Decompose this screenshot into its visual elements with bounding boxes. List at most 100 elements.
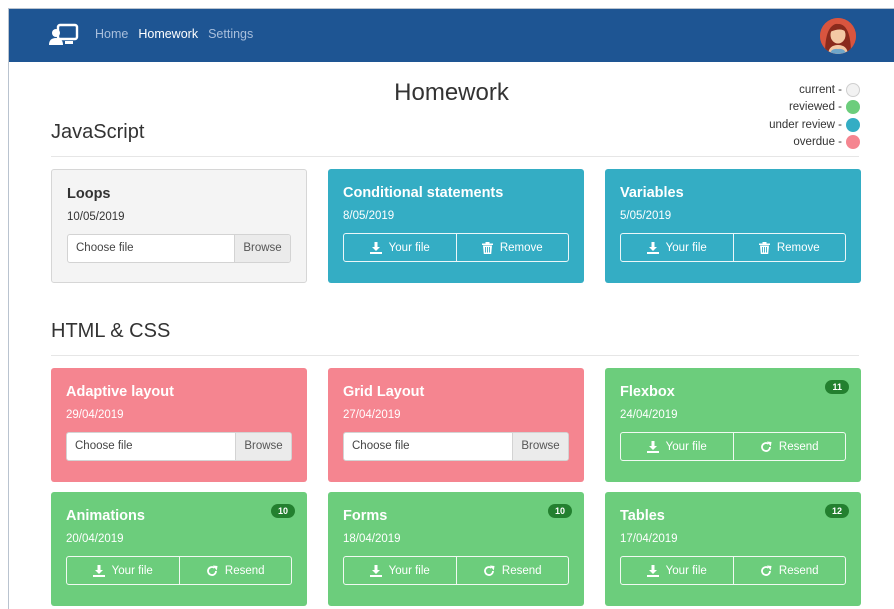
legend-dot (846, 100, 860, 115)
grade-badge: 10 (547, 504, 572, 518)
homework-card-forms: 10 Forms 18/04/2019 Your file Resend (328, 492, 584, 606)
trash-icon (758, 241, 770, 254)
card-actions: Your file Resend (620, 556, 846, 585)
button-label: Resend (778, 440, 819, 453)
card-title: Animations (66, 508, 145, 524)
button-label: Your file (665, 564, 707, 577)
remove-button[interactable]: Remove (455, 234, 569, 261)
legend-item-overdue: overdue - (769, 134, 860, 152)
section-title-javascript: JavaScript (51, 121, 145, 143)
card-date: 8/05/2019 (343, 210, 395, 222)
nav-link-settings[interactable]: Settings (208, 27, 253, 41)
file-placeholder[interactable]: Choose file (67, 433, 235, 460)
card-actions: Your file Resend (620, 432, 846, 461)
nav-link-homework[interactable]: Homework (138, 27, 198, 41)
card-title: Adaptive layout (66, 384, 174, 400)
button-label: Resend (778, 564, 819, 577)
button-label: Your file (665, 241, 707, 254)
file-upload-input[interactable]: Choose file Browse (67, 234, 291, 263)
button-label: Your file (111, 564, 153, 577)
card-date: 20/04/2019 (66, 533, 124, 545)
trash-icon (481, 241, 493, 254)
legend-dot (846, 117, 860, 132)
homework-card-tables: 12 Tables 17/04/2019 Your file Resend (605, 492, 861, 606)
download-icon (646, 564, 659, 577)
file-upload-input[interactable]: Choose file Browse (66, 432, 292, 461)
your-file-button[interactable]: Your file (621, 433, 733, 460)
card-title: Loops (67, 186, 111, 202)
card-title: Forms (343, 508, 388, 524)
your-file-button[interactable]: Your file (344, 234, 456, 261)
button-label: Remove (776, 241, 820, 254)
card-date: 18/04/2019 (343, 533, 401, 545)
button-label: Remove (499, 241, 543, 254)
card-date: 17/04/2019 (620, 533, 678, 545)
resend-button[interactable]: Resend (178, 557, 292, 584)
button-label: Resend (224, 564, 265, 577)
card-date: 5/05/2019 (620, 210, 672, 222)
file-placeholder[interactable]: Choose file (344, 433, 512, 460)
file-upload-input[interactable]: Choose file Browse (343, 432, 569, 461)
redo-icon (207, 565, 218, 576)
button-label: Your file (388, 241, 430, 254)
legend-label: overdue - (793, 136, 842, 149)
homework-card-adaptive-layout: Adaptive layout 29/04/2019 Choose file B… (51, 368, 307, 482)
download-icon (369, 564, 382, 577)
resend-button[interactable]: Resend (732, 433, 846, 460)
top-navbar: Home Homework Settings (9, 9, 894, 62)
card-actions: Your file Resend (343, 556, 569, 585)
legend-label: under review - (769, 118, 842, 131)
card-actions: Your file Remove (620, 233, 846, 262)
legend-dot (846, 82, 860, 97)
card-title: Variables (620, 185, 684, 201)
legend-label: reviewed - (788, 101, 842, 114)
browse-button[interactable]: Browse (235, 433, 291, 460)
file-placeholder[interactable]: Choose file (68, 235, 234, 262)
download-icon (92, 564, 105, 577)
remove-button[interactable]: Remove (732, 234, 846, 261)
download-icon (646, 241, 659, 254)
homework-card-flexbox: 11 Flexbox 24/04/2019 Your file Resend (605, 368, 861, 482)
homework-card-grid-layout: Grid Layout 27/04/2019 Choose file Brows… (328, 368, 584, 482)
grade-badge: 11 (825, 380, 849, 394)
card-title: Flexbox (620, 384, 675, 400)
section-divider (51, 355, 859, 356)
nav-links: Home Homework Settings (95, 27, 253, 41)
button-label: Your file (388, 564, 430, 577)
legend-item-under-review: under review - (769, 116, 860, 134)
browse-button[interactable]: Browse (234, 235, 290, 262)
card-actions: Your file Remove (343, 233, 569, 262)
card-date: 24/04/2019 (620, 409, 678, 421)
resend-button[interactable]: Resend (732, 557, 846, 584)
your-file-button[interactable]: Your file (344, 557, 456, 584)
legend-label: current - (799, 83, 842, 96)
button-label: Your file (665, 440, 707, 453)
status-legend: current - reviewed - under review - over… (769, 81, 860, 151)
your-file-button[interactable]: Your file (621, 557, 733, 584)
user-avatar[interactable] (820, 18, 856, 54)
app-window: Home Homework Settings Homework current … (8, 8, 894, 609)
card-title: Grid Layout (343, 384, 425, 400)
download-icon (646, 440, 659, 453)
download-icon (369, 241, 382, 254)
legend-item-reviewed: reviewed - (769, 99, 860, 117)
homework-card-variables: Variables 5/05/2019 Your file Remove (605, 169, 861, 283)
section-divider (51, 156, 859, 157)
grade-badge: 12 (824, 504, 849, 518)
card-title: Tables (620, 508, 665, 524)
browse-button[interactable]: Browse (512, 433, 568, 460)
redo-icon (761, 441, 772, 452)
card-date: 27/04/2019 (343, 409, 401, 421)
resend-button[interactable]: Resend (455, 557, 569, 584)
avatar-image (820, 18, 856, 54)
your-file-button[interactable]: Your file (67, 557, 179, 584)
card-title: Conditional statements (343, 185, 504, 201)
page-title: Homework (394, 79, 509, 106)
legend-item-current: current - (769, 81, 860, 99)
your-file-button[interactable]: Your file (621, 234, 733, 261)
redo-icon (484, 565, 495, 576)
nav-link-home[interactable]: Home (95, 27, 128, 41)
monitor-user-icon[interactable] (49, 23, 79, 47)
homework-card-loops: Loops 10/05/2019 Choose file Browse (51, 169, 307, 283)
grade-badge: 10 (270, 504, 295, 518)
